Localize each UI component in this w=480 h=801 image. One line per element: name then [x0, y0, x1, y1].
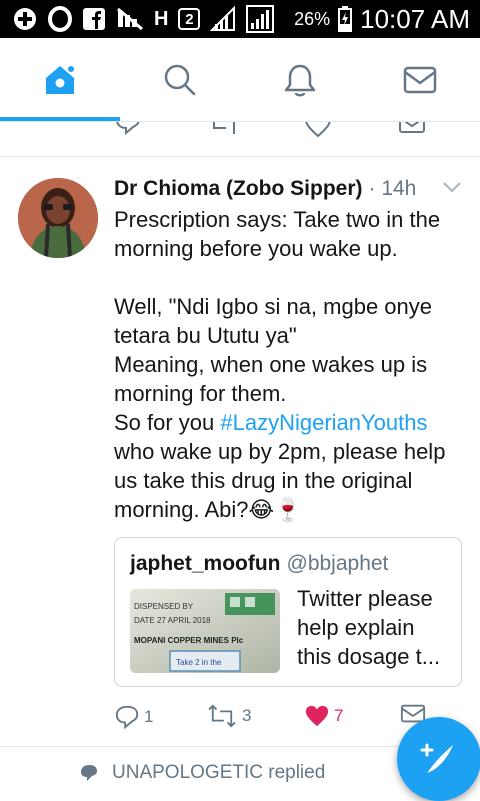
- prescription-photo: DISPENSED BY DATE 27 APRIL 2018 MOPANI C…: [130, 589, 280, 673]
- messages-icon: [403, 66, 437, 94]
- top-nav: [0, 38, 480, 122]
- quoted-line: help explain: [297, 615, 415, 640]
- reply-notice[interactable]: UNAPOLOGETIC replied: [80, 762, 325, 784]
- quoted-author-name: japhet_moofun: [130, 552, 281, 575]
- signal-strength-icon: [210, 6, 236, 31]
- tweet-text: Prescription says: Take two in the morni…: [114, 205, 470, 524]
- tweet-line: Prescription says: Take two in the: [114, 207, 441, 232]
- reply-notice-text: UNAPOLOGETIC replied: [112, 762, 326, 783]
- reply-icon[interactable]: [114, 122, 142, 136]
- search-icon: [164, 64, 196, 96]
- reply-button[interactable]: 1: [114, 704, 153, 730]
- add-notification-icon: [14, 8, 36, 30]
- hashtag-link[interactable]: #LazyNigerianYouths: [220, 410, 427, 435]
- tweet-line: us take this drug in the original: [114, 468, 413, 493]
- reply-icon: [115, 705, 139, 730]
- compose-tweet-icon: [420, 743, 453, 773]
- clock: 10:07 AM: [360, 3, 470, 34]
- tab-home[interactable]: [0, 38, 120, 122]
- tweet-line: morning. Abi?😂🍷: [114, 497, 302, 522]
- tab-search[interactable]: [120, 38, 240, 122]
- avatar-photo: [18, 178, 98, 258]
- author-name[interactable]: Dr Chioma (Zobo Sipper): [114, 177, 363, 201]
- reply-bubble-icon: [81, 765, 97, 781]
- opera-icon: [48, 6, 72, 32]
- sim-slot-badge: 2: [178, 8, 201, 30]
- previous-tweet-actions: [0, 122, 480, 156]
- retweet-icon: [208, 704, 236, 728]
- tweet-line-with-hashtag: So for you #LazyNigerianYouths: [114, 408, 470, 437]
- retweet-count: 3: [242, 706, 252, 725]
- quoted-tweet-header: japhet_moofun @bbjaphet: [130, 552, 388, 576]
- tweet-line: morning for them.: [114, 381, 287, 406]
- facebook-icon: [83, 8, 105, 30]
- like-icon[interactable]: [304, 122, 332, 138]
- notifications-icon: [284, 64, 316, 97]
- network-type-label: H: [154, 7, 169, 30]
- share-dm-icon[interactable]: [398, 122, 426, 134]
- tweet-timestamp: · 14h: [368, 177, 417, 200]
- tweet-divider: [0, 156, 480, 157]
- battery-charging-icon: [338, 6, 353, 32]
- reply-count: 1: [144, 707, 154, 726]
- retweet-button[interactable]: 3: [206, 704, 251, 728]
- tab-messages[interactable]: [360, 38, 480, 122]
- quoted-line: Twitter please: [297, 586, 433, 611]
- quoted-tweet-text: Twitter please help explain this dosage …: [297, 584, 457, 671]
- image-text: MOPANI COPPER MINES Plc: [134, 636, 244, 645]
- no-sim-icon: [117, 7, 143, 31]
- quoted-tweet[interactable]: japhet_moofun @bbjaphet DISPENSED BY DATE…: [114, 537, 462, 687]
- chevron-down-icon[interactable]: [442, 180, 462, 194]
- quoted-author-handle: @bbjaphet: [286, 552, 389, 575]
- tweet-line: Meaning, when one wakes up is: [114, 352, 428, 377]
- tweet-line: who wake up by 2pm, please help: [114, 439, 446, 464]
- tweet-line: tetara bu Ututu ya": [114, 323, 297, 348]
- tweet-line: Well, "Ndi Igbo si na, mgbe onye: [114, 294, 433, 319]
- signal-strength-2-icon: [246, 5, 275, 33]
- tweet-header: Dr Chioma (Zobo Sipper) · 14h: [114, 176, 464, 202]
- status-bar: H 2 26% 10:07 AM: [0, 0, 480, 38]
- home-icon: [46, 64, 76, 94]
- like-count: 7: [334, 706, 344, 725]
- avatar[interactable]: [18, 178, 98, 258]
- image-text: DISPENSED BY: [134, 602, 194, 611]
- tweet-line: So for you: [114, 410, 221, 435]
- retweet-icon[interactable]: [208, 122, 240, 136]
- image-text: DATE 27 APRIL 2018: [134, 616, 211, 625]
- heart-icon: [305, 705, 329, 727]
- like-button[interactable]: 7: [304, 704, 343, 728]
- tweet-line: morning before you wake up.: [114, 236, 398, 261]
- quoted-line: this dosage t...: [297, 644, 441, 669]
- image-text: Take 2 in the: [176, 658, 222, 667]
- tab-notifications[interactable]: [240, 38, 360, 122]
- battery-percent: 26%: [294, 8, 331, 29]
- quoted-tweet-image[interactable]: DISPENSED BY DATE 27 APRIL 2018 MOPANI C…: [130, 589, 280, 673]
- compose-tweet-button[interactable]: [397, 717, 480, 801]
